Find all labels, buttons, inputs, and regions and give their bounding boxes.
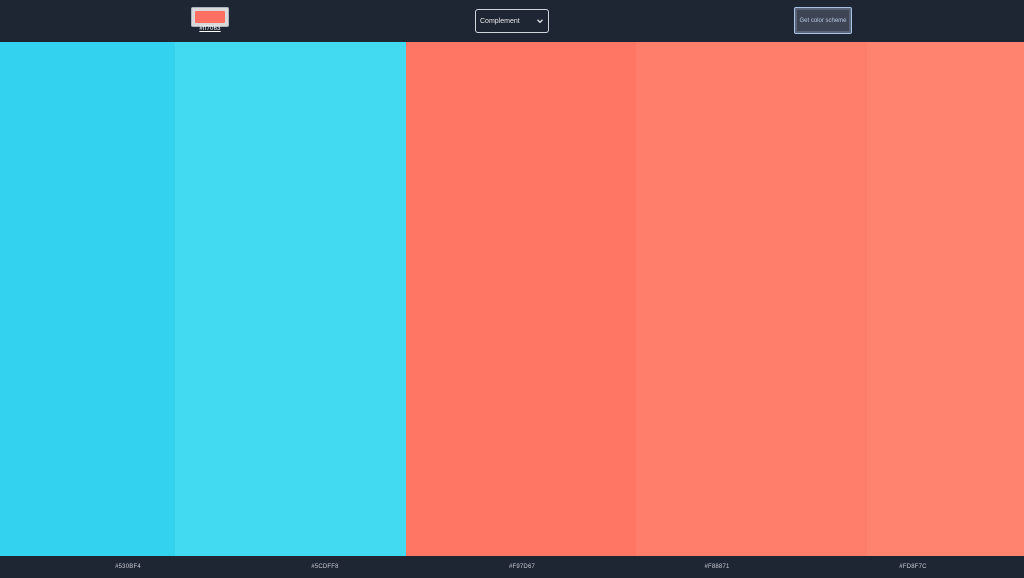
color-column-5[interactable]	[867, 42, 1024, 556]
color-column-2[interactable]	[175, 42, 406, 556]
get-color-scheme-button[interactable]: Get color scheme	[794, 7, 852, 34]
hex-label-1: #530BF4	[115, 564, 141, 570]
scheme-mode-select[interactable]: Complement	[475, 9, 549, 33]
hex-label-4: #F88871	[704, 564, 730, 570]
color-palette	[0, 42, 1024, 556]
color-column-4[interactable]	[636, 42, 867, 556]
seed-color-picker[interactable]: #ff7063	[191, 7, 229, 33]
seed-color-hex: #ff7063	[199, 26, 221, 32]
header-bar: #ff7063 Complement Get color scheme	[0, 0, 1024, 42]
scheme-mode-selected: Complement	[480, 17, 520, 25]
chevron-down-icon	[536, 17, 544, 25]
color-column-3[interactable]	[406, 42, 636, 556]
color-column-1[interactable]	[0, 42, 175, 556]
color-input[interactable]	[191, 7, 229, 27]
hex-label-3: #F97D67	[508, 564, 536, 570]
hex-label-2: #5CDFF8	[311, 564, 339, 570]
hex-labels-footer: #530BF4 #5CDFF8 #F97D67 #F88871 #FD8F7C	[0, 556, 1024, 578]
hex-label-5: #FD8F7C	[899, 564, 927, 570]
seed-color-swatch[interactable]	[195, 11, 225, 23]
